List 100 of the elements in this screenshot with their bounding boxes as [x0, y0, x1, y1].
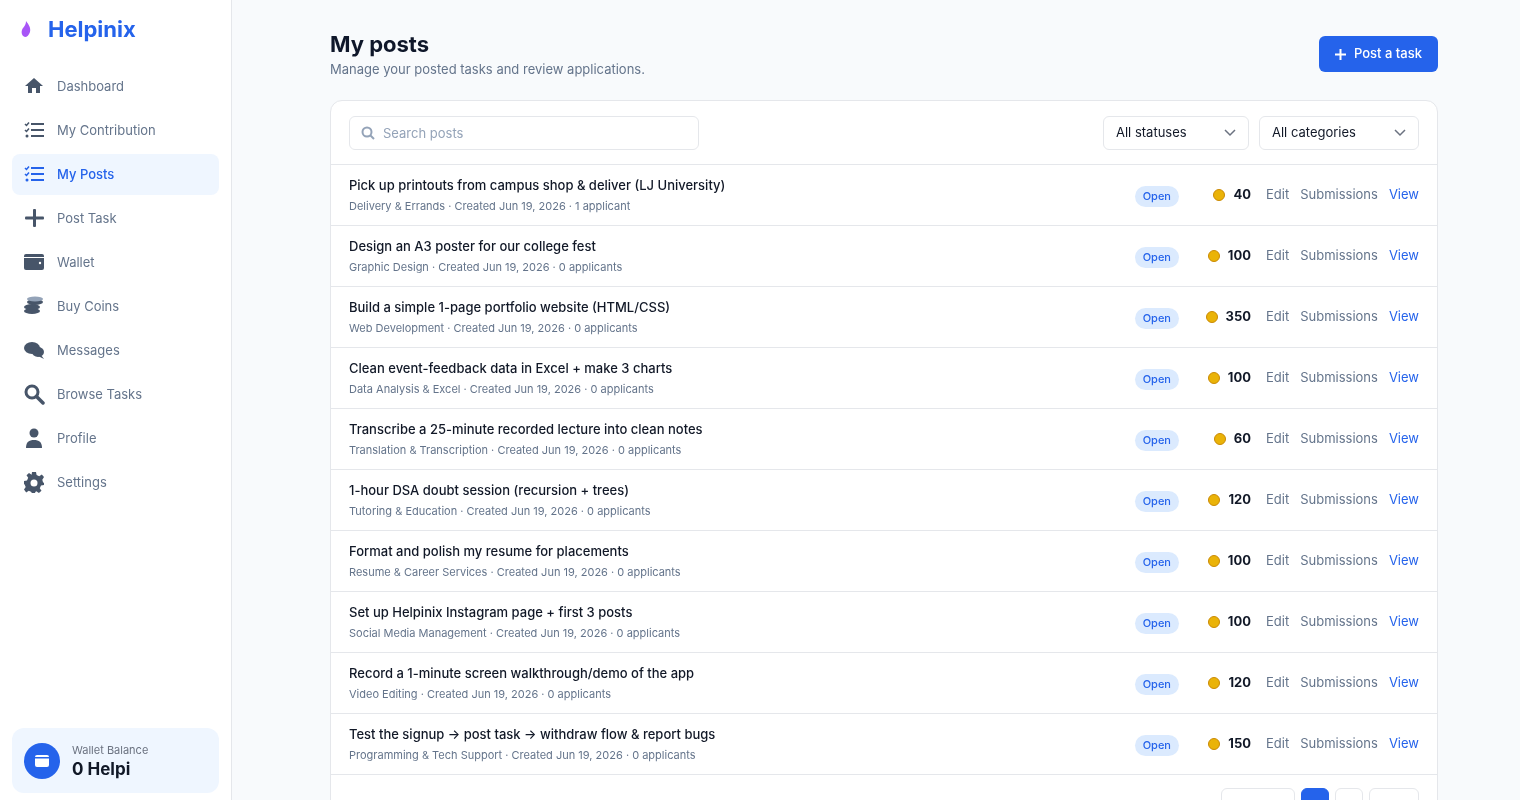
view-link[interactable]: View	[1388, 612, 1419, 632]
status-badge: Open	[1134, 186, 1179, 207]
edit-link[interactable]: Edit	[1265, 246, 1290, 266]
post-title[interactable]: Format and polish my resume for placements	[349, 541, 1135, 561]
status-badge: Open	[1134, 308, 1179, 329]
sidebar-item[interactable]: Settings	[12, 462, 219, 503]
status-badge: Open	[1134, 674, 1179, 695]
coins-icon	[24, 296, 45, 317]
gear-icon	[24, 472, 45, 493]
wallet-icon	[24, 742, 60, 779]
sidebar-item[interactable]: Buy Coins	[12, 286, 219, 327]
view-link[interactable]: View	[1388, 368, 1419, 388]
edit-link[interactable]: Edit	[1265, 429, 1290, 449]
post-title[interactable]: 1-hour DSA doubt session (recursion + trees)	[349, 480, 1135, 500]
logo-icon	[20, 21, 32, 37]
post-meta: Delivery & Errands · Created Jun 19, 2026 · 1 applicant	[349, 198, 632, 215]
reward-amount: 350	[1225, 307, 1251, 327]
reward-amount: 150	[1228, 734, 1251, 754]
sidebar-item[interactable]: Profile	[12, 418, 219, 459]
page-subtitle: Manage your posted tasks and review applications.	[330, 60, 645, 79]
submissions-link[interactable]: Submissions	[1300, 551, 1378, 571]
post-meta: Web Development · Created Jun 19, 2026 · 0 applicants	[349, 320, 639, 337]
view-link[interactable]: View	[1388, 185, 1419, 205]
post-meta: Graphic Design · Created Jun 19, 2026 · 0 applicants	[349, 259, 624, 276]
edit-link[interactable]: Edit	[1265, 368, 1290, 388]
status-badge: Open	[1134, 247, 1179, 268]
edit-link[interactable]: Edit	[1265, 551, 1290, 571]
post-title[interactable]: Transcribe a 25-minute recorded lecture into clean notes	[349, 419, 1135, 439]
view-link[interactable]: View	[1388, 246, 1419, 266]
view-link[interactable]: View	[1388, 734, 1419, 754]
category-dropdown[interactable]: All categories	[1259, 115, 1419, 150]
plus-icon	[24, 208, 45, 229]
post-title[interactable]: Pick up printouts from campus shop & deliver (LJ University)	[349, 175, 1135, 195]
sidebar-item[interactable]: Post Task	[12, 198, 219, 239]
view-link[interactable]: View	[1388, 307, 1419, 327]
search-icon	[24, 384, 45, 405]
status-badge: Open	[1134, 552, 1179, 573]
reward-amount: 100	[1227, 612, 1251, 632]
page-title: My posts	[330, 30, 431, 58]
reward-amount: 100	[1227, 551, 1251, 571]
status-badge: Open	[1134, 369, 1179, 390]
status-badge: Open	[1134, 735, 1179, 756]
submissions-link[interactable]: Submissions	[1300, 673, 1378, 693]
edit-link[interactable]: Edit	[1265, 185, 1290, 205]
post-title[interactable]: Test the signup → post task → withdraw flow & report bugs	[349, 724, 1135, 744]
coin-icon	[1207, 250, 1220, 262]
reward-amount: 100	[1227, 368, 1251, 388]
submissions-link[interactable]: Submissions	[1300, 246, 1378, 266]
submissions-link[interactable]: Submissions	[1300, 490, 1378, 510]
post-title[interactable]: Design an A3 poster for our college fest	[349, 236, 1135, 256]
search-icon	[361, 125, 375, 140]
sidebar-item[interactable]: Dashboard	[12, 66, 219, 107]
chat-icon	[24, 340, 45, 361]
wallet-amount: 0 Helpi	[72, 758, 132, 779]
post-meta: Resume & Career Services · Created Jun 19, 2026 · 0 applicants	[349, 564, 682, 581]
view-link[interactable]: View	[1388, 429, 1419, 449]
submissions-link[interactable]: Submissions	[1300, 734, 1378, 754]
view-link[interactable]: View	[1388, 490, 1419, 510]
post-title[interactable]: Clean event-feedback data in Excel + make 3 charts	[349, 358, 1135, 378]
submissions-link[interactable]: Submissions	[1300, 368, 1378, 388]
sidebar-item[interactable]: My Contribution	[12, 110, 219, 151]
coin-icon	[1213, 433, 1226, 445]
post-title[interactable]: Record a 1-minute screen walkthrough/demo of the app	[349, 663, 1135, 683]
brand-name: Helpinix	[48, 14, 136, 44]
edit-link[interactable]: Edit	[1265, 734, 1290, 754]
status-badge: Open	[1134, 613, 1179, 634]
coin-icon	[1208, 494, 1221, 506]
search-field[interactable]: Search posts	[349, 115, 699, 150]
status-dropdown[interactable]: All statuses	[1103, 115, 1249, 150]
coin-icon	[1208, 677, 1221, 689]
post-meta: Programming & Tech Support · Created Jun 19, 2026 · 0 applicants	[349, 747, 697, 764]
edit-link[interactable]: Edit	[1265, 307, 1290, 327]
post-meta: Tutoring & Education · Created Jun 19, 2026 · 0 applicants	[349, 503, 652, 520]
sidebar-item[interactable]: Wallet	[12, 242, 219, 283]
submissions-link[interactable]: Submissions	[1300, 185, 1378, 205]
edit-link[interactable]: Edit	[1265, 612, 1290, 632]
submissions-link[interactable]: Submissions	[1300, 612, 1378, 632]
reward-amount: 60	[1233, 429, 1251, 449]
sidebar-item[interactable]: Browse Tasks	[12, 374, 219, 415]
view-link[interactable]: View	[1388, 673, 1419, 693]
sidebar-item[interactable]: Messages	[12, 330, 219, 371]
reward-amount: 100	[1227, 246, 1251, 266]
chevron-down-icon	[1394, 128, 1406, 137]
coin-icon	[1213, 189, 1226, 201]
user-icon	[24, 428, 45, 449]
post-meta: Video Editing · Created Jun 19, 2026 · 0 applicants	[349, 686, 612, 703]
view-link[interactable]: View	[1388, 551, 1419, 571]
post-title[interactable]: Build a simple 1-page portfolio website (HTML/CSS)	[349, 297, 1135, 317]
sidebar-item[interactable]: My Posts	[12, 154, 219, 195]
post-task-button[interactable]: Post a task	[1319, 36, 1438, 72]
edit-link[interactable]: Edit	[1265, 673, 1290, 693]
submissions-link[interactable]: Submissions	[1300, 429, 1378, 449]
chevron-down-icon	[1224, 128, 1236, 137]
coin-icon	[1207, 616, 1220, 628]
post-meta: Social Media Management · Created Jun 19, 2026 · 0 applicants	[349, 625, 681, 642]
coin-icon	[1207, 555, 1220, 567]
coin-icon	[1205, 311, 1218, 323]
edit-link[interactable]: Edit	[1265, 490, 1290, 510]
submissions-link[interactable]: Submissions	[1300, 307, 1378, 327]
post-title[interactable]: Set up Helpinix Instagram page + first 3 posts	[349, 602, 1135, 622]
